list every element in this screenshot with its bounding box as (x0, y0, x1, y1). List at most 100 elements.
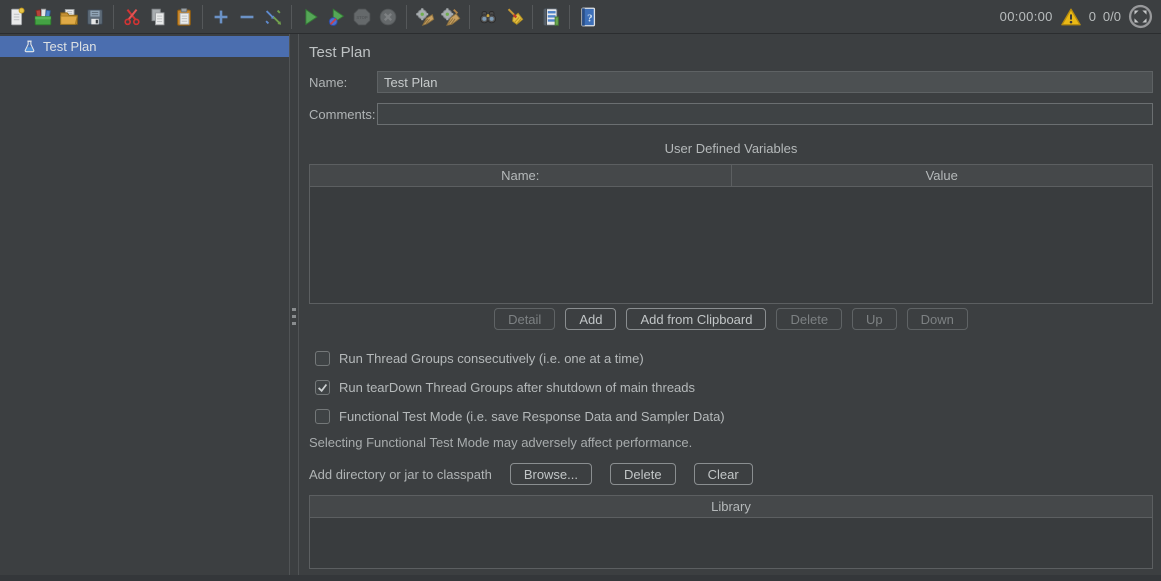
delete-variable-button[interactable]: Delete (776, 308, 842, 330)
function-helper-icon (540, 6, 562, 28)
udv-col-value: Value (731, 165, 1153, 186)
shutdown-icon (377, 6, 399, 28)
test-plan-tree: Test Plan (0, 34, 290, 575)
udv-button-row: Detail Add Add from Clipboard Delete Up … (309, 308, 1153, 330)
comments-row: Comments: (309, 103, 1153, 125)
toolbar-separator (469, 5, 470, 29)
copy-icon (147, 6, 169, 28)
library-table-body[interactable] (310, 518, 1152, 568)
shutdown-button[interactable] (375, 3, 401, 31)
test-plan-flask-icon (22, 39, 37, 54)
start-icon (299, 6, 321, 28)
toolbar-status-area: 00:00:00 0 0/0 (1000, 4, 1153, 29)
copy-button[interactable] (145, 3, 171, 31)
add-from-clipboard-button[interactable]: Add from Clipboard (626, 308, 766, 330)
toolbar-separator (202, 5, 203, 29)
check-row-functional-mode: Functional Test Mode (i.e. save Response… (309, 409, 1153, 424)
library-table: Library (309, 495, 1153, 569)
name-label: Name: (309, 75, 377, 90)
name-input[interactable] (377, 71, 1153, 93)
library-table-header: Library (310, 496, 1152, 518)
classpath-row: Add directory or jar to classpath Browse… (309, 463, 1153, 485)
start-button[interactable] (297, 3, 323, 31)
functional-mode-checkbox[interactable] (315, 409, 330, 424)
clear-all-icon (440, 6, 462, 28)
running-threads-count: 0/0 (1103, 9, 1121, 24)
udv-title: User Defined Variables (309, 141, 1153, 156)
consecutive-checkbox[interactable] (315, 351, 330, 366)
open-file-button[interactable] (56, 3, 82, 31)
help-icon: ? (577, 6, 599, 28)
cut-button[interactable] (119, 3, 145, 31)
open-file-icon (58, 6, 80, 28)
clear-all-button[interactable] (438, 3, 464, 31)
stop-button[interactable]: STOP (349, 3, 375, 31)
tree-item-test-plan[interactable]: Test Plan (0, 36, 289, 57)
function-helper-button[interactable] (538, 3, 564, 31)
new-file-button[interactable] (4, 3, 30, 31)
search-icon (477, 6, 499, 28)
add-button[interactable]: Add (565, 308, 616, 330)
new-file-icon (6, 6, 28, 28)
toolbar-separator (532, 5, 533, 29)
toolbar: STOP ? 00:00:00 0 0/0 (0, 0, 1161, 34)
udv-table-header: Name: Value (310, 165, 1152, 187)
up-button[interactable]: Up (852, 308, 897, 330)
help-button[interactable]: ? (575, 3, 601, 31)
warning-indicator[interactable] (1060, 7, 1082, 27)
stop-icon: STOP (351, 6, 373, 28)
udv-col-name: Name: (310, 165, 731, 186)
checkbox-label: Run tearDown Thread Groups after shutdow… (339, 380, 695, 395)
search-reset-button[interactable] (501, 3, 527, 31)
checkbox-label: Run Thread Groups consecutively (i.e. on… (339, 351, 644, 366)
teardown-checkbox[interactable] (315, 380, 330, 395)
clear-icon (414, 6, 436, 28)
functional-mode-note: Selecting Functional Test Mode may adver… (309, 435, 1153, 450)
elapsed-timer: 00:00:00 (1000, 9, 1053, 24)
start-no-pauses-icon (325, 6, 347, 28)
templates-button[interactable] (30, 3, 56, 31)
collapse-all-icon (236, 6, 258, 28)
svg-text:?: ? (587, 12, 593, 24)
detail-button[interactable]: Detail (494, 308, 555, 330)
templates-icon (32, 6, 54, 28)
toolbar-separator (406, 5, 407, 29)
run-options: Run Thread Groups consecutively (i.e. on… (309, 351, 1153, 424)
splitter-grip-icon[interactable] (292, 308, 296, 325)
panel-splitter[interactable] (290, 34, 299, 575)
toolbar-separator (113, 5, 114, 29)
paste-button[interactable] (171, 3, 197, 31)
clear-button[interactable] (412, 3, 438, 31)
toggle-button[interactable] (260, 3, 286, 31)
paste-icon (173, 6, 195, 28)
toolbar-separator (291, 5, 292, 29)
delete-classpath-button[interactable]: Delete (610, 463, 676, 485)
clear-classpath-button[interactable]: Clear (694, 463, 753, 485)
search-button[interactable] (475, 3, 501, 31)
check-row-teardown: Run tearDown Thread Groups after shutdow… (309, 380, 1153, 395)
start-no-pauses-button[interactable] (323, 3, 349, 31)
library-col: Library (310, 496, 1152, 517)
udv-table: Name: Value (309, 164, 1153, 304)
check-row-consecutive: Run Thread Groups consecutively (i.e. on… (309, 351, 1153, 366)
toolbar-separator (569, 5, 570, 29)
log-error-count: 0 (1089, 9, 1096, 24)
down-button[interactable]: Down (907, 308, 968, 330)
collapse-all-button[interactable] (234, 3, 260, 31)
test-plan-editor: Test Plan Name: Comments: User Defined V… (299, 34, 1161, 575)
comments-input[interactable] (377, 103, 1153, 125)
save-icon (84, 6, 106, 28)
expand-all-button[interactable] (208, 3, 234, 31)
expand-all-icon (210, 6, 232, 28)
tree-item-label: Test Plan (43, 39, 96, 54)
classpath-label: Add directory or jar to classpath (309, 467, 492, 482)
save-button[interactable] (82, 3, 108, 31)
checkbox-label: Functional Test Mode (i.e. save Response… (339, 409, 725, 424)
udv-table-body[interactable] (310, 187, 1152, 303)
comments-label: Comments: (309, 107, 377, 122)
cut-icon (121, 6, 143, 28)
browse-button[interactable]: Browse... (510, 463, 592, 485)
svg-text:STOP: STOP (356, 14, 368, 19)
page-title: Test Plan (309, 44, 1153, 61)
name-row: Name: (309, 71, 1153, 93)
